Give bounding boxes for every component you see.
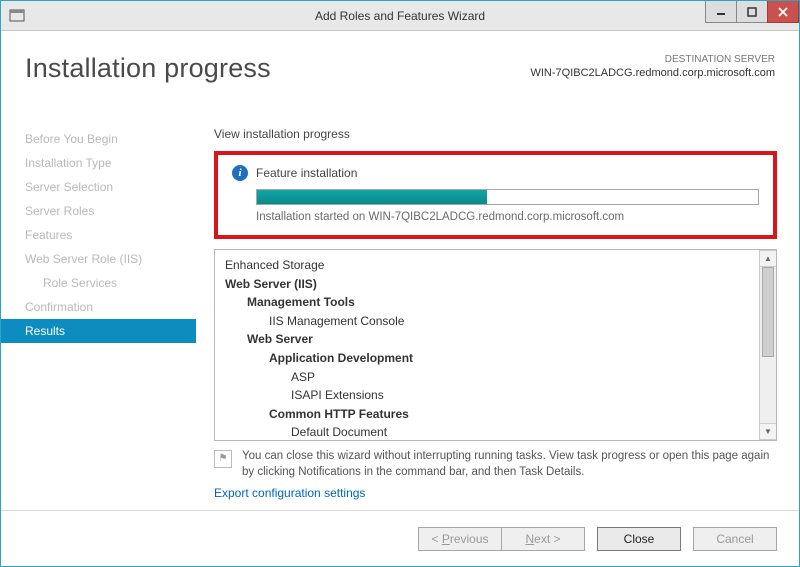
app-icon [9,8,25,24]
close-window-button[interactable] [767,1,799,23]
view-progress-label: View installation progress [214,127,777,141]
close-button[interactable]: Close [597,527,681,551]
previous-button: < Previous [418,527,502,551]
flag-icon: ⚑ [214,450,232,468]
nav-item-results[interactable]: Results [1,319,196,343]
tree-item: Web Server (IIS) [225,275,755,294]
tree-item: Enhanced Storage [225,256,755,275]
scroll-down-arrow[interactable]: ▼ [760,423,776,440]
notice-row: ⚑ You can close this wizard without inte… [214,449,777,480]
status-panel: i Feature installation Installation star… [214,151,777,239]
nav-item-server-selection: Server Selection [1,175,196,199]
nav-item-before-you-begin: Before You Begin [1,127,196,151]
progress-bar [256,189,759,205]
tree-item: ISAPI Extensions [225,386,755,405]
wizard-body: Before You BeginInstallation TypeServer … [1,119,799,507]
maximize-button[interactable] [736,1,768,23]
next-button: Next > [501,527,585,551]
tree-item: Management Tools [225,293,755,312]
page-heading: Installation progress [25,53,271,84]
info-icon: i [232,165,248,181]
nav-item-installation-type: Installation Type [1,151,196,175]
feature-tree-box: Enhanced StorageWeb Server (IIS)Manageme… [214,249,777,441]
titlebar: Add Roles and Features Wizard [1,1,799,31]
notice-text: You can close this wizard without interr… [242,449,771,480]
nav-item-web-server-role-iis-: Web Server Role (IIS) [1,247,196,271]
tree-item: Application Development [225,349,755,368]
tree-item: Common HTTP Features [225,405,755,424]
destination-server: DESTINATION SERVER WIN-7QIBC2LADCG.redmo… [530,53,775,80]
scroll-thumb[interactable] [762,267,774,357]
nav-item-features: Features [1,223,196,247]
export-settings-link[interactable]: Export configuration settings [214,486,365,500]
scroll-track[interactable] [760,267,776,423]
tree-item: Web Server [225,330,755,349]
destination-host: WIN-7QIBC2LADCG.redmond.corp.microsoft.c… [530,66,775,80]
destination-label: DESTINATION SERVER [530,53,775,66]
minimize-button[interactable] [705,1,737,23]
status-title: Feature installation [256,166,357,180]
progress-bar-fill [257,190,487,204]
tree-item: IIS Management Console [225,312,755,331]
status-subtext: Installation started on WIN-7QIBC2LADCG.… [256,211,759,223]
nav-item-server-roles: Server Roles [1,199,196,223]
wizard-footer: < Previous Next > Close Cancel [1,510,799,566]
wizard-header: Installation progress DESTINATION SERVER… [1,31,799,119]
cancel-button: Cancel [693,527,777,551]
wizard-window: Add Roles and Features Wizard Installati… [0,0,800,567]
tree-item: Default Document [225,423,755,440]
window-controls [706,1,799,23]
wizard-main: View installation progress i Feature ins… [196,119,799,507]
wizard-nav: Before You BeginInstallation TypeServer … [1,119,196,507]
nav-item-confirmation: Confirmation [1,295,196,319]
tree-item: ASP [225,368,755,387]
nav-item-role-services: Role Services [1,271,196,295]
scroll-up-arrow[interactable]: ▲ [760,250,776,267]
window-title: Add Roles and Features Wizard [1,9,799,23]
scrollbar[interactable]: ▲ ▼ [759,250,776,440]
feature-tree: Enhanced StorageWeb Server (IIS)Manageme… [215,250,759,440]
